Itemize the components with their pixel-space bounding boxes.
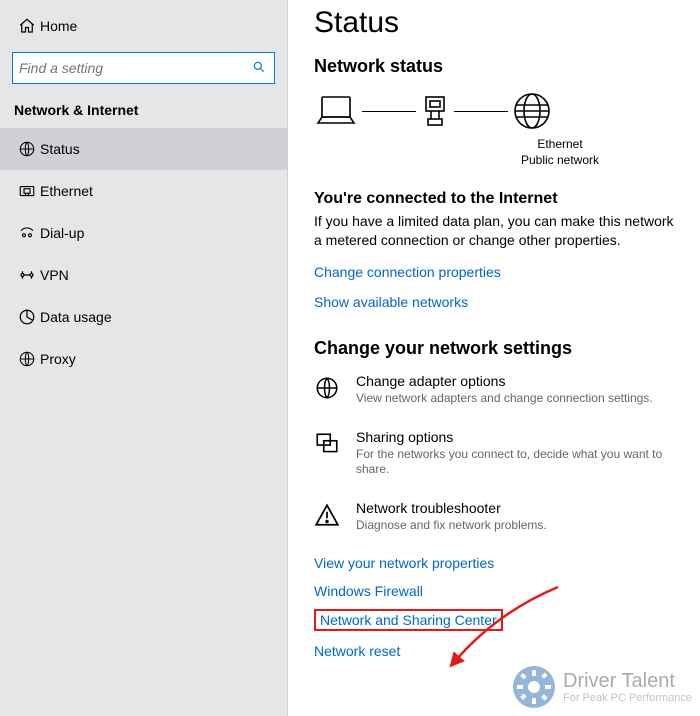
search-box[interactable] — [12, 52, 275, 84]
sidebar-item-status[interactable]: Status — [0, 128, 287, 170]
connector-line — [454, 111, 508, 112]
settings-item-troubleshooter[interactable]: Network troubleshooter Diagnose and fix … — [314, 500, 700, 534]
router-icon — [420, 93, 450, 129]
network-diagram — [314, 91, 700, 131]
ethernet-icon — [14, 182, 40, 200]
highlight-box: Network and Sharing Center — [314, 609, 503, 631]
settings-item-desc: Diagnose and fix network problems. — [356, 518, 547, 534]
page-title: Status — [314, 6, 700, 40]
sidebar-item-dialup[interactable]: Dial-up — [0, 212, 287, 254]
settings-item-adapter[interactable]: Change adapter options View network adap… — [314, 373, 700, 407]
search-wrap — [0, 46, 287, 92]
sidebar-item-proxy[interactable]: Proxy — [0, 338, 287, 380]
dialup-icon — [14, 224, 40, 242]
sidebar-item-label: Ethernet — [40, 183, 93, 199]
settings-item-title: Network troubleshooter — [356, 500, 547, 516]
sidebar-item-label: Data usage — [40, 309, 112, 325]
link-network-sharing-center[interactable]: Network and Sharing Center — [320, 612, 497, 628]
connected-title: You're connected to the Internet — [314, 190, 700, 208]
settings-item-title: Change adapter options — [356, 373, 653, 389]
sidebar-item-label: Proxy — [40, 351, 76, 367]
sidebar-category: Network & Internet — [0, 92, 287, 128]
proxy-icon — [14, 350, 40, 368]
search-icon — [252, 60, 266, 77]
connector-line — [362, 111, 416, 112]
home-label: Home — [40, 18, 77, 34]
status-icon — [14, 140, 40, 158]
link-change-connection-properties[interactable]: Change connection properties — [314, 264, 700, 280]
settings-item-title: Sharing options — [356, 429, 686, 445]
globe-icon — [512, 91, 552, 131]
network-status-heading: Network status — [314, 56, 700, 77]
connected-body: If you have a limited data plan, you can… — [314, 212, 674, 250]
link-network-reset[interactable]: Network reset — [314, 643, 700, 659]
change-settings-heading: Change your network settings — [314, 338, 700, 359]
sidebar-item-datausage[interactable]: Data usage — [0, 296, 287, 338]
diagram-labels: Ethernet Public network — [420, 137, 700, 168]
link-view-network-properties[interactable]: View your network properties — [314, 555, 700, 571]
diagram-device-label: Ethernet — [420, 137, 700, 153]
laptop-icon — [314, 93, 358, 129]
adapter-icon — [314, 373, 342, 407]
main-panel: Status Network status Ethernet Public ne… — [288, 0, 700, 716]
settings-item-desc: For the networks you connect to, decide … — [356, 447, 686, 478]
sidebar: Home Network & Internet Status Ethernet — [0, 0, 288, 716]
search-input[interactable] — [19, 60, 252, 76]
troubleshooter-icon — [314, 500, 342, 534]
datausage-icon — [14, 308, 40, 326]
diagram-network-label: Public network — [420, 153, 700, 169]
link-show-available-networks[interactable]: Show available networks — [314, 294, 700, 310]
sidebar-item-vpn[interactable]: VPN — [0, 254, 287, 296]
settings-item-sharing[interactable]: Sharing options For the networks you con… — [314, 429, 700, 478]
sidebar-item-label: VPN — [40, 267, 69, 283]
sidebar-item-label: Status — [40, 141, 80, 157]
link-windows-firewall[interactable]: Windows Firewall — [314, 583, 700, 599]
settings-item-desc: View network adapters and change connect… — [356, 391, 653, 407]
sidebar-item-label: Dial-up — [40, 225, 84, 241]
vpn-icon — [14, 266, 40, 284]
sidebar-home[interactable]: Home — [0, 6, 287, 46]
sidebar-item-ethernet[interactable]: Ethernet — [0, 170, 287, 212]
sharing-icon — [314, 429, 342, 478]
home-icon — [14, 17, 40, 35]
